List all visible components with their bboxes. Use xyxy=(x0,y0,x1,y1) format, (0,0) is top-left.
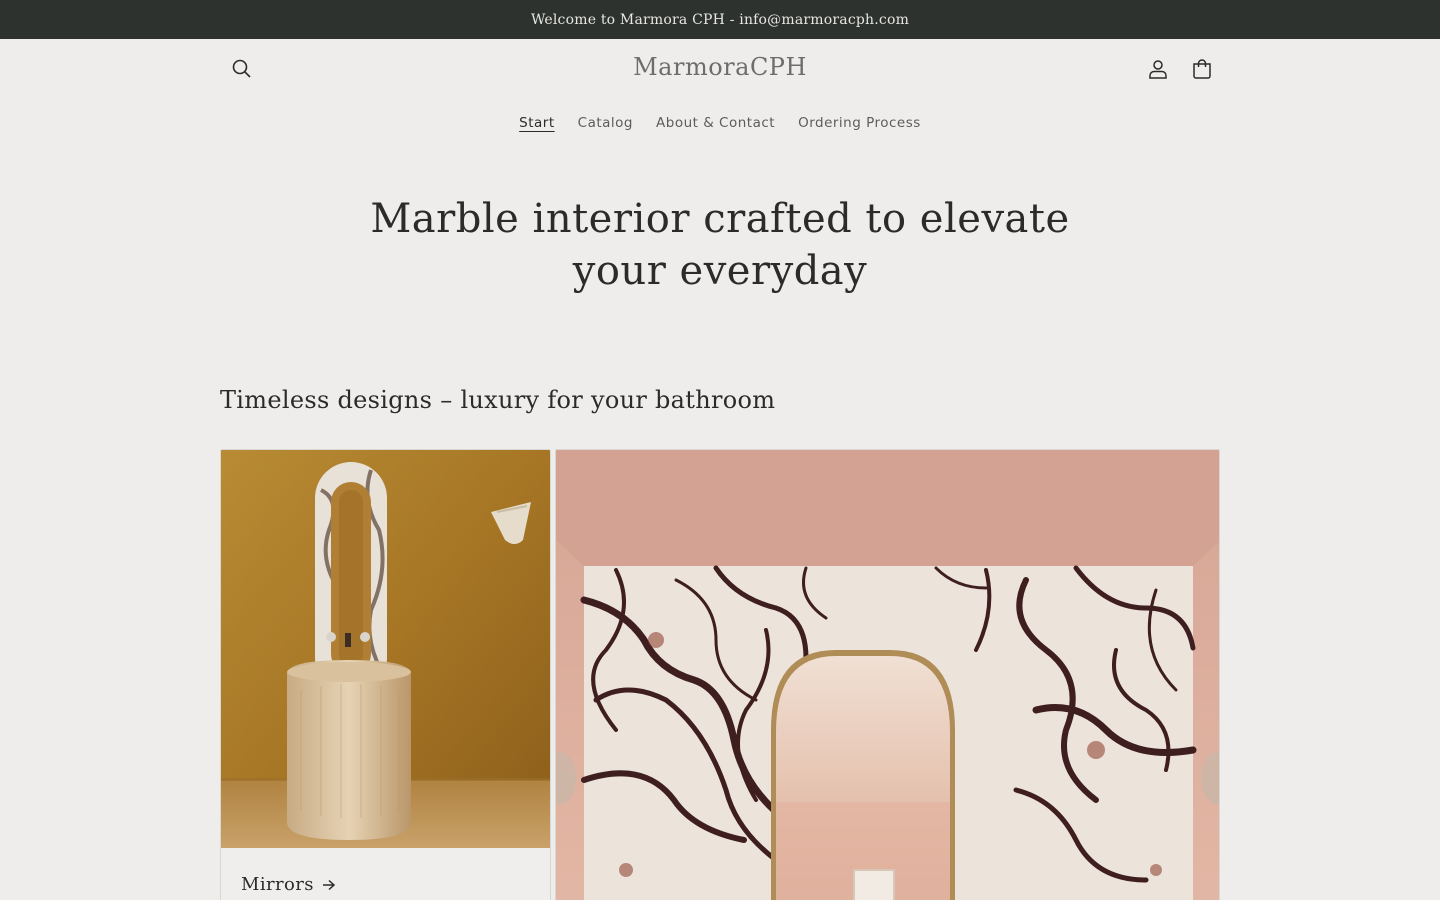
nav-start[interactable]: Start xyxy=(508,113,566,133)
mirrors-link[interactable]: Mirrors xyxy=(241,874,336,895)
collection-card-mirrors[interactable]: Mirrors xyxy=(220,449,551,900)
account-button[interactable] xyxy=(1138,49,1178,89)
hero-title: Marble interior crafted to elevate your … xyxy=(370,196,1070,294)
collection-card-featured[interactable] xyxy=(555,449,1220,900)
main-nav: Start Catalog About & Contact Ordering P… xyxy=(0,113,1440,133)
nav-ordering-process[interactable]: Ordering Process xyxy=(787,113,933,133)
collections-title: Timeless designs – luxury for your bathr… xyxy=(220,386,776,414)
arrow-right-icon xyxy=(322,879,336,890)
announcement-bar: Welcome to Marmora CPH - info@marmoracph… xyxy=(0,0,1440,39)
bag-icon xyxy=(1193,59,1211,79)
user-icon xyxy=(1149,60,1167,79)
mirrors-label: Mirrors xyxy=(241,874,314,895)
nav-catalog[interactable]: Catalog xyxy=(566,113,644,133)
site-logo[interactable]: MarmoraCPH xyxy=(0,53,1440,81)
mirrors-image xyxy=(221,450,550,848)
announcement-text: Welcome to Marmora CPH - info@marmoracph… xyxy=(530,11,910,28)
cart-button[interactable] xyxy=(1182,49,1222,89)
marble-bathroom-image xyxy=(556,450,1219,900)
site-header: MarmoraCPH Start Catalog About & Contact… xyxy=(0,39,1440,159)
nav-about-contact[interactable]: About & Contact xyxy=(645,113,787,133)
